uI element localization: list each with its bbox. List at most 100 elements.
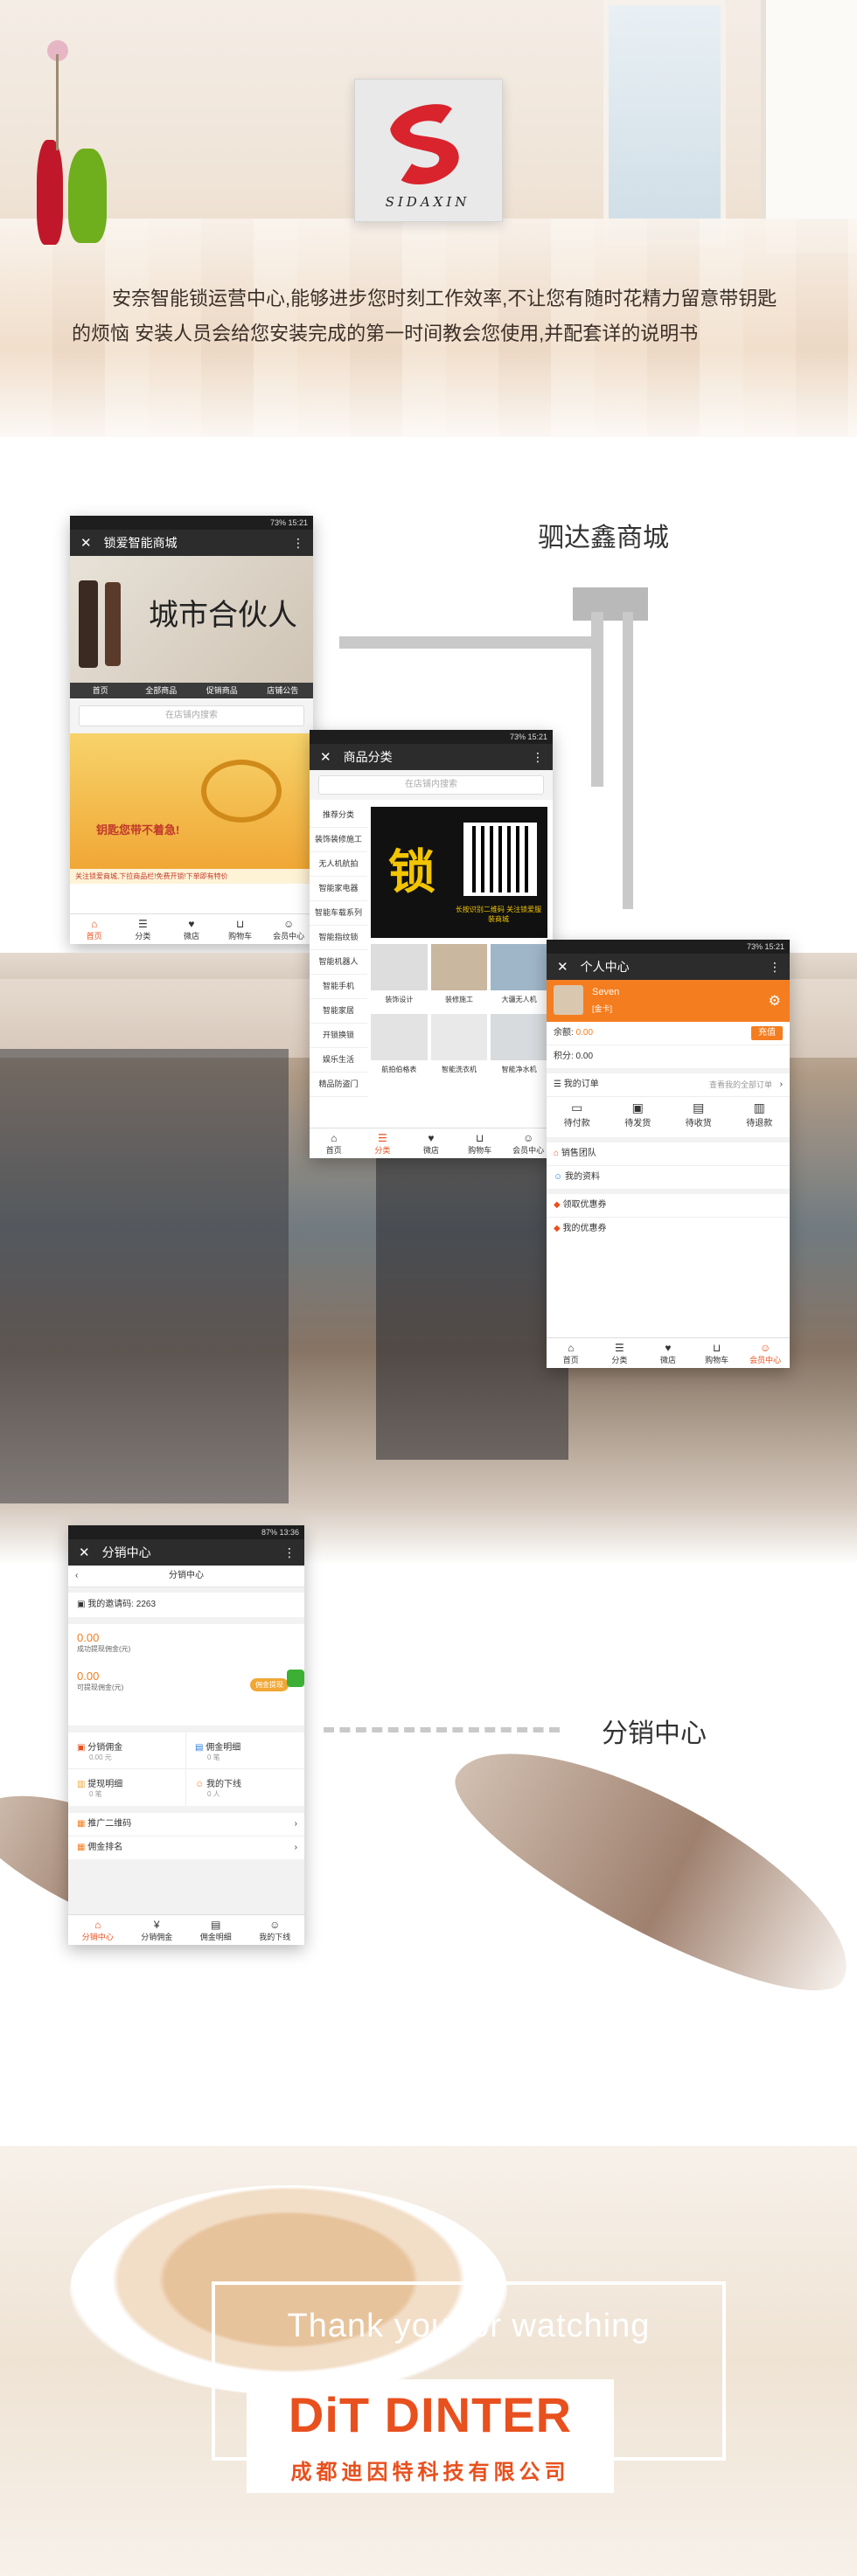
status-bar: 87% 13:36 — [68, 1525, 304, 1539]
product-card[interactable]: 智能净水机 — [491, 1014, 547, 1080]
wechat-icon[interactable] — [287, 1670, 304, 1687]
product-card[interactable]: 航拍伯格表 — [371, 1014, 428, 1080]
more-icon[interactable]: ⋮ — [532, 744, 544, 770]
heart-icon: ♥ — [665, 1342, 672, 1354]
tab-shop[interactable]: ♥ 微店 — [167, 914, 216, 944]
detail-icon: ▤ — [195, 1743, 206, 1753]
close-icon[interactable]: ✕ — [80, 536, 92, 551]
orders-link[interactable]: 查看我的全部订单 — [709, 1073, 772, 1096]
tab-label: 首页 — [325, 1146, 342, 1155]
close-icon[interactable]: ✕ — [557, 960, 568, 975]
avatar[interactable] — [554, 985, 583, 1015]
list-row[interactable]: ▦ 推广二维码 › — [68, 1813, 304, 1837]
tab-home[interactable]: ⌂ 首页 — [310, 1128, 359, 1158]
row-label: 佣金排名 — [87, 1843, 123, 1852]
detail-icon: ▤ — [211, 1919, 221, 1931]
tab-cart[interactable]: ⊔ 购物车 — [693, 1338, 742, 1368]
category-item[interactable]: 智能家居 — [310, 999, 367, 1024]
qr-banner[interactable]: 锁 长按识别二维码 关注锁爱服装商城 — [371, 807, 547, 938]
category-item[interactable]: 无人机航拍 — [310, 852, 367, 877]
tab-member[interactable]: ☺ 会员中心 — [264, 914, 313, 944]
banner[interactable]: 城市合伙人 — [70, 556, 313, 683]
menu-item[interactable]: ◆ 领取优惠券 — [547, 1194, 790, 1218]
tab-downline[interactable]: ☺ 我的下线 — [246, 1915, 305, 1945]
category-item[interactable]: 智能指纹锁 — [310, 926, 367, 950]
logo-text: SIDAXIN — [385, 194, 470, 210]
order-state[interactable]: ▣ 待发货 — [608, 1097, 669, 1137]
menu-item[interactable]: ◆ 我的优惠券 — [547, 1218, 790, 1240]
tab-commission[interactable]: ¥ 分销佣金 — [128, 1915, 187, 1945]
category-item[interactable]: 推荐分类 — [310, 803, 367, 828]
category-item[interactable]: 智能家电器 — [310, 877, 367, 901]
list-icon: ☰ — [138, 918, 148, 930]
menu-item[interactable]: ☺ 我的资料 — [547, 1166, 790, 1194]
tab-bar: ⌂ 首页 ☰ 分类 ♥ 微店 ⊔ 购物车 ☺ 会员中心 — [70, 913, 313, 944]
tab-label: 分类 — [135, 932, 151, 941]
nav-item[interactable]: 首页 — [70, 683, 131, 698]
category-item[interactable]: 精品防盗门 — [310, 1073, 367, 1097]
search-input[interactable]: 在店铺内搜索 — [79, 705, 304, 726]
category-item[interactable]: 智能手机 — [310, 975, 367, 999]
tab-shop[interactable]: ♥ 微店 — [407, 1128, 456, 1158]
recharge-button[interactable]: 充值 — [751, 1026, 783, 1040]
truck-icon: ▤ — [693, 1101, 705, 1114]
close-icon[interactable]: ✕ — [320, 750, 331, 765]
tab-home[interactable]: ⌂ 首页 — [547, 1338, 596, 1368]
tab-distribution[interactable]: ⌂ 分销中心 — [68, 1915, 128, 1945]
tab-category[interactable]: ☰ 分类 — [596, 1338, 644, 1368]
category-item[interactable]: 开锁换锁 — [310, 1024, 367, 1048]
tab-member[interactable]: ☺ 会员中心 — [741, 1338, 790, 1368]
tab-category[interactable]: ☰ 分类 — [359, 1128, 408, 1158]
more-icon[interactable]: ⋮ — [769, 954, 781, 980]
nav-item[interactable]: 全部商品 — [131, 683, 192, 698]
home-icon: ⌂ — [94, 1919, 101, 1931]
profile-icon: ☺ — [554, 1172, 565, 1182]
grid-cell[interactable]: ▣ 分销佣金 0.00 元 — [68, 1732, 186, 1769]
tab-home[interactable]: ⌂ 首页 — [70, 914, 119, 944]
product-card[interactable]: 装饰设计 — [371, 944, 428, 1010]
grid-cell[interactable]: ▥ 提现明细 0 笔 — [68, 1769, 186, 1806]
list-row[interactable]: ▦ 佣金排名 › — [68, 1837, 304, 1859]
home-icon: ⌂ — [568, 1342, 575, 1354]
order-state[interactable]: ▭ 待付款 — [547, 1097, 608, 1137]
more-icon[interactable]: ⋮ — [283, 1539, 296, 1566]
withdraw-button[interactable]: 佣金提现 — [250, 1678, 289, 1691]
orders-row[interactable]: ☰ 我的订单 查看我的全部订单 › — [547, 1073, 790, 1097]
order-state[interactable]: ▥ 待退款 — [729, 1097, 791, 1137]
category-item[interactable]: 智能车载系列 — [310, 901, 367, 926]
tab-detail[interactable]: ▤ 佣金明细 — [186, 1915, 246, 1945]
money-icon: ¥ — [153, 1919, 160, 1931]
back-icon[interactable]: ‹ — [75, 1566, 78, 1587]
product-card[interactable]: 装修施工 — [430, 944, 488, 1010]
tab-member[interactable]: ☺ 会员中心 — [504, 1128, 553, 1158]
category-item[interactable]: 装饰装修施工 — [310, 828, 367, 852]
gear-icon[interactable]: ⚙ — [769, 992, 781, 1010]
tab-shop[interactable]: ♥ 微店 — [644, 1338, 693, 1368]
menu-item[interactable]: ⌂ 销售团队 — [547, 1142, 790, 1166]
category-item[interactable]: 智能机器人 — [310, 950, 367, 975]
promo-banner[interactable]: 钥匙您带不着急! — [70, 733, 313, 869]
wallet-icon: ▭ — [571, 1101, 583, 1114]
stats-grid: ▣ 分销佣金 0.00 元 ▤ 佣金明细 0 笔 ▥ 提现明细 0 笔 ☺ 我的下线 0… — [68, 1732, 304, 1806]
tab-category[interactable]: ☰ 分类 — [119, 914, 168, 944]
status-bar: 73% 15:21 — [547, 940, 790, 954]
grid-cell[interactable]: ☺ 我的下线 0 人 — [186, 1769, 304, 1806]
tab-cart[interactable]: ⊔ 购物车 — [216, 914, 265, 944]
phone-mall-home: 73% 15:21 ✕ 锁爱智能商城 ⋮ 城市合伙人 首页 全部商品 促销商品 店… — [70, 516, 313, 944]
brand-logo: DiT DINTER — [288, 2387, 573, 2442]
list-icon: ☰ — [378, 1132, 387, 1144]
close-icon[interactable]: ✕ — [79, 1545, 90, 1560]
category-item[interactable]: 娱乐生活 — [310, 1048, 367, 1073]
row-label: 推广二维码 — [87, 1819, 132, 1829]
tab-cart[interactable]: ⊔ 购物车 — [456, 1128, 505, 1158]
search-input[interactable]: 在店铺内搜索 — [318, 775, 544, 795]
company-name: 成都迪因特科技有限公司 — [290, 2459, 570, 2484]
product-card[interactable]: 大疆无人机 — [491, 944, 547, 1010]
more-icon[interactable]: ⋮ — [292, 530, 304, 556]
nav-item[interactable]: 促销商品 — [192, 683, 253, 698]
order-state[interactable]: ▤ 待收货 — [668, 1097, 729, 1137]
grid-cell[interactable]: ▤ 佣金明细 0 笔 — [186, 1732, 304, 1769]
product-card[interactable]: 智能洗衣机 — [430, 1014, 488, 1080]
nav-item[interactable]: 店铺公告 — [253, 683, 314, 698]
distribution-label: 分销中心 — [602, 1719, 707, 1748]
